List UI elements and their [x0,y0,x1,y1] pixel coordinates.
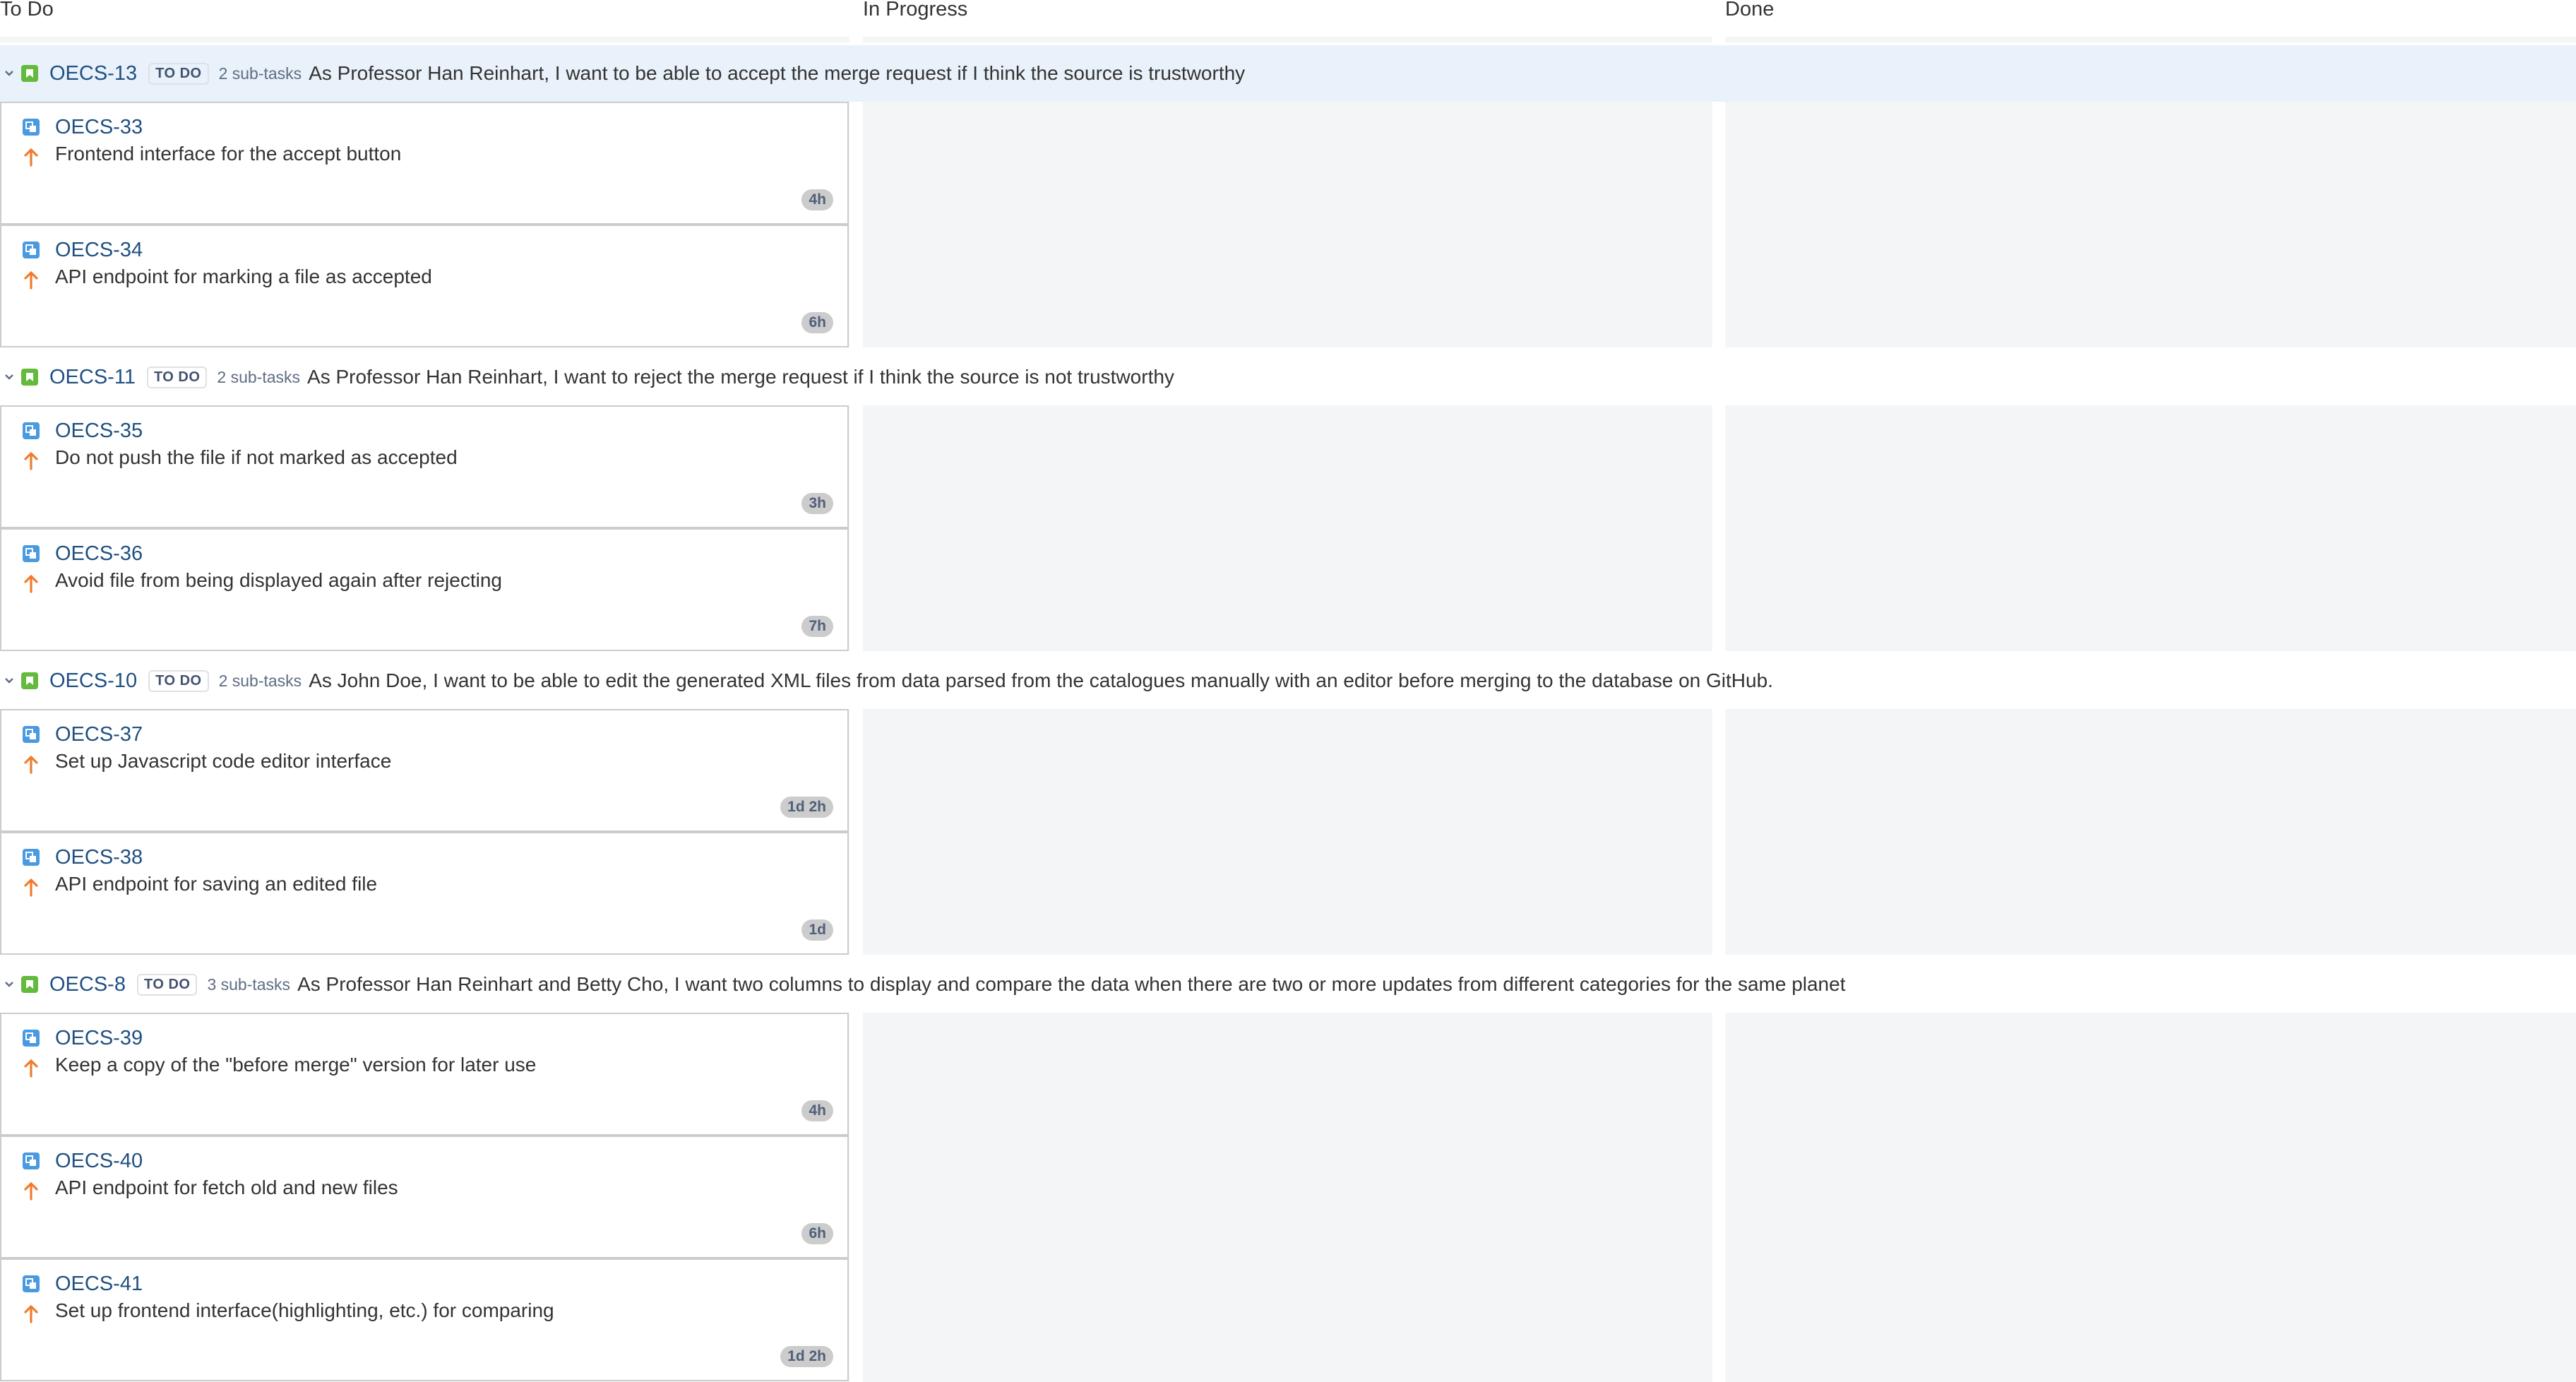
issue-card[interactable]: OECS-37 Set up Javascript code editor in… [0,709,849,832]
issue-card[interactable]: OECS-39 Keep a copy of the "before merge… [0,1013,849,1136]
story-summary: As Professor Han Reinhart and Betty Cho,… [297,973,1846,995]
swimlane-header[interactable]: OECS-11 TO DO 2 sub-tasks As Professor H… [0,349,2576,405]
priority-high-arrow-icon [23,877,40,897]
subtask-count: 2 sub-tasks [217,367,301,386]
subtask-count: 3 sub-tasks [207,975,291,994]
issue-key-link[interactable]: OECS-34 [55,239,143,262]
swimlane-header[interactable]: OECS-10 TO DO 2 sub-tasks As John Doe, I… [0,653,2576,709]
swimlane-header[interactable]: OECS-13 TO DO 2 sub-tasks As Professor H… [0,45,2576,102]
column-header-done: Done [1725,0,1775,20]
done-cell [1725,102,2576,347]
priority-high-arrow-icon [23,1181,40,1201]
status-lozenge: TO DO [148,669,209,692]
priority-high-arrow-icon [23,451,40,470]
issue-key-link[interactable]: OECS-41 [55,1273,143,1296]
status-lozenge: TO DO [148,62,209,85]
story-icon [21,65,38,82]
column-strip-todo [0,37,849,42]
done-cell [1725,405,2576,651]
issue-card[interactable]: OECS-34 API endpoint for marking a file … [0,225,849,347]
story-summary: As Professor Han Reinhart, I want to be … [309,62,1246,84]
issue-summary: Do not push the file if not marked as ac… [55,446,458,468]
column-strip-done [1725,37,2576,42]
chevron-down-icon[interactable] [1,677,17,684]
issue-summary: Set up Javascript code editor interface [55,750,392,772]
story-summary: As John Doe, I want to be able to edit t… [309,669,1773,691]
in-progress-cell [863,1013,1712,1382]
priority-high-arrow-icon [23,147,40,167]
issue-summary: Avoid file from being displayed again af… [55,569,502,591]
issue-summary: API endpoint for marking a file as accep… [55,266,432,287]
subtask-icon [23,242,40,258]
subtask-icon [23,545,40,562]
done-cell [1725,1013,2576,1382]
issue-summary: API endpoint for fetch old and new files [55,1177,398,1198]
issue-card[interactable]: OECS-40 API endpoint for fetch old and n… [0,1136,849,1258]
subtask-icon [23,422,40,439]
subtask-count: 2 sub-tasks [218,64,302,83]
subtask-count: 2 sub-tasks [218,671,302,690]
issue-key-link[interactable]: OECS-40 [55,1150,143,1173]
issue-card[interactable]: OECS-41 Set up frontend interface(highli… [0,1258,849,1381]
estimate-badge: 4h [801,189,833,210]
subtask-icon [23,119,40,136]
issue-card[interactable]: OECS-38 API endpoint for saving an edite… [0,832,849,955]
issue-summary: Set up frontend interface(highlighting, … [55,1299,554,1321]
priority-high-arrow-icon [23,1058,40,1078]
estimate-badge: 6h [801,312,833,333]
column-header-in-progress: In Progress [863,0,968,20]
status-lozenge: TO DO [136,973,198,996]
subtask-icon [23,849,40,866]
swimlane-header[interactable]: OECS-8 TO DO 3 sub-tasks As Professor Ha… [0,956,2576,1013]
priority-high-arrow-icon [23,1304,40,1323]
in-progress-cell [863,102,1712,347]
chevron-down-icon[interactable] [1,374,17,381]
subtask-icon [23,726,40,743]
story-icon [21,672,38,689]
estimate-badge: 7h [801,616,833,637]
issue-key-link[interactable]: OECS-39 [55,1027,143,1050]
issue-summary: Frontend interface for the accept button [55,143,402,165]
status-lozenge: TO DO [146,366,208,388]
priority-high-arrow-icon [23,754,40,774]
estimate-badge: 6h [801,1223,833,1244]
estimate-badge: 3h [801,493,833,514]
issue-key-link[interactable]: OECS-38 [55,846,143,869]
column-strip-in-progress [863,37,1712,42]
issue-card[interactable]: OECS-33 Frontend interface for the accep… [0,102,849,225]
story-key-link[interactable]: OECS-11 [49,366,136,389]
issue-card[interactable]: OECS-36 Avoid file from being displayed … [0,528,849,651]
issue-key-link[interactable]: OECS-35 [55,419,143,443]
story-icon [21,369,38,386]
column-header-todo: To Do [0,0,54,20]
story-icon [21,976,38,993]
subtask-icon [23,1152,40,1169]
story-summary: As Professor Han Reinhart, I want to rej… [307,366,1174,388]
priority-high-arrow-icon [23,573,40,593]
chevron-down-icon[interactable] [1,981,17,988]
estimate-badge: 4h [801,1100,833,1121]
issue-key-link[interactable]: OECS-33 [55,116,143,139]
done-cell [1725,709,2576,955]
subtask-icon [23,1030,40,1047]
estimate-badge: 1d 2h [780,1346,833,1367]
story-key-link[interactable]: OECS-10 [49,669,137,693]
estimate-badge: 1d [801,919,833,941]
estimate-badge: 1d 2h [780,797,833,818]
chevron-down-icon[interactable] [1,70,17,77]
issue-summary: API endpoint for saving an edited file [55,873,378,895]
subtask-icon [23,1275,40,1292]
story-key-link[interactable]: OECS-8 [49,973,126,996]
issue-summary: Keep a copy of the "before merge" versio… [55,1054,537,1076]
in-progress-cell [863,709,1712,955]
priority-high-arrow-icon [23,270,40,290]
issue-key-link[interactable]: OECS-36 [55,542,143,566]
in-progress-cell [863,405,1712,651]
story-key-link[interactable]: OECS-13 [49,62,137,85]
issue-key-link[interactable]: OECS-37 [55,723,143,746]
issue-card[interactable]: OECS-35 Do not push the file if not mark… [0,405,849,528]
